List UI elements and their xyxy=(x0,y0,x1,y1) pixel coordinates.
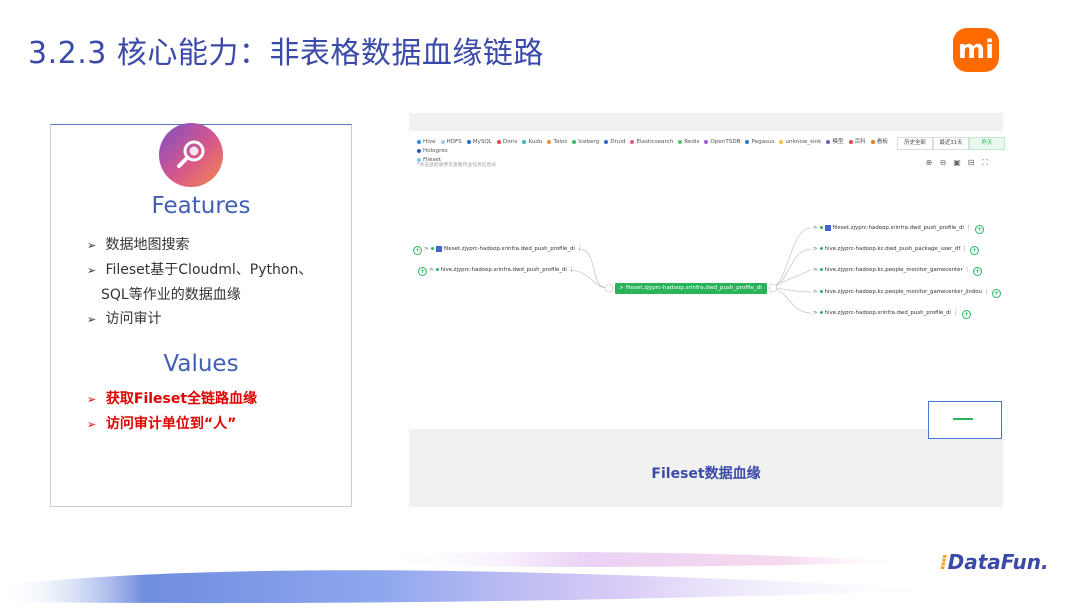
arrow-icon: ➢ xyxy=(87,239,97,252)
lineage-node[interactable]: > hive.zjyprc-hadoop.srinfra.dwd_push_pro… xyxy=(429,265,574,275)
lineage-edges xyxy=(568,227,812,314)
expand-downstream-button[interactable]: + xyxy=(970,246,979,255)
expand-upstream-button[interactable]: + xyxy=(418,267,427,276)
lineage-node[interactable]: > hive.zjyprc-hadoop.srinfra.dwd_push_pro… xyxy=(813,308,958,318)
list-item: ➢ 访问审计 xyxy=(87,307,312,332)
minimap[interactable] xyxy=(928,401,1002,439)
search-icon xyxy=(159,123,223,187)
expand-downstream-button[interactable]: + xyxy=(992,289,1001,298)
expand-downstream-button[interactable]: + xyxy=(962,310,971,319)
expand-downstream-button[interactable]: + xyxy=(975,225,984,234)
list-item: ➢ Fileset基于Cloudml、Python、 SQL等作业的数据血缘 xyxy=(87,258,312,307)
expand-downstream-button[interactable]: + xyxy=(973,267,982,276)
arrow-icon: ➢ xyxy=(87,418,97,431)
center-lineage-node[interactable]: > fileset.zjyprc-hadoop.srinfra.dwd_push… xyxy=(615,283,767,302)
lineage-node[interactable]: > hive.zjyprc-hadoop.kc.people_monitor_ga… xyxy=(813,287,989,297)
lineage-node[interactable]: > hive.zjyprc-hadoop.kc.people_monitor_ga… xyxy=(813,265,970,275)
decorative-swoosh xyxy=(0,551,960,604)
values-heading: Values xyxy=(163,351,239,377)
lineage-node[interactable]: > fileset.zjyprc-hadoop.srinfra.dwd_push_… xyxy=(424,244,582,254)
slide-title: 3.2.3 核心能力：非表格数据血缘链路 xyxy=(28,36,544,71)
features-list: ➢ 数据地图搜索 ➢ Fileset基于Cloudml、Python、 SQL等作… xyxy=(87,233,312,332)
list-item: ➢ 访问审计单位到“人” xyxy=(87,412,257,437)
fileset-icon xyxy=(435,245,442,252)
features-card: Features ➢ 数据地图搜索 ➢ Fileset基于Cloudml、Pyt… xyxy=(50,123,352,507)
lineage-canvas: Hive HDFS MySQL Doris Kudu Talos Iceberg Druid E… xyxy=(409,131,1005,439)
expand-upstream-button[interactable]: + xyxy=(413,246,422,255)
dots-icon: ⁞ xyxy=(940,550,948,574)
screenshot-caption: Fileset数据血缘 xyxy=(651,466,761,482)
arrow-icon: ➢ xyxy=(87,264,97,277)
xiaomi-logo: mi xyxy=(953,28,999,72)
arrow-icon: ➢ xyxy=(87,313,97,326)
list-item: ➢ 获取Fileset全链路血缘 xyxy=(87,387,257,412)
datafun-logo: ⁞DataFun. xyxy=(940,550,1049,574)
lineage-screenshot: Hive HDFS MySQL Doris Kudu Talos Iceberg Druid E… xyxy=(409,113,1005,507)
values-list: ➢ 获取Fileset全链路血缘 ➢ 访问审计单位到“人” xyxy=(87,387,257,437)
lineage-node[interactable]: > hive.zjyprc-hadoop.kc.dwd_push_package_… xyxy=(813,244,967,254)
features-heading: Features xyxy=(151,193,251,219)
lineage-node[interactable]: > fileset.zjyprc-hadoop.srinfra.dwd_push_… xyxy=(813,223,971,233)
arrow-icon: ➢ xyxy=(87,393,97,406)
list-item: ➢ 数据地图搜索 xyxy=(87,233,312,258)
fileset-icon xyxy=(824,224,831,231)
